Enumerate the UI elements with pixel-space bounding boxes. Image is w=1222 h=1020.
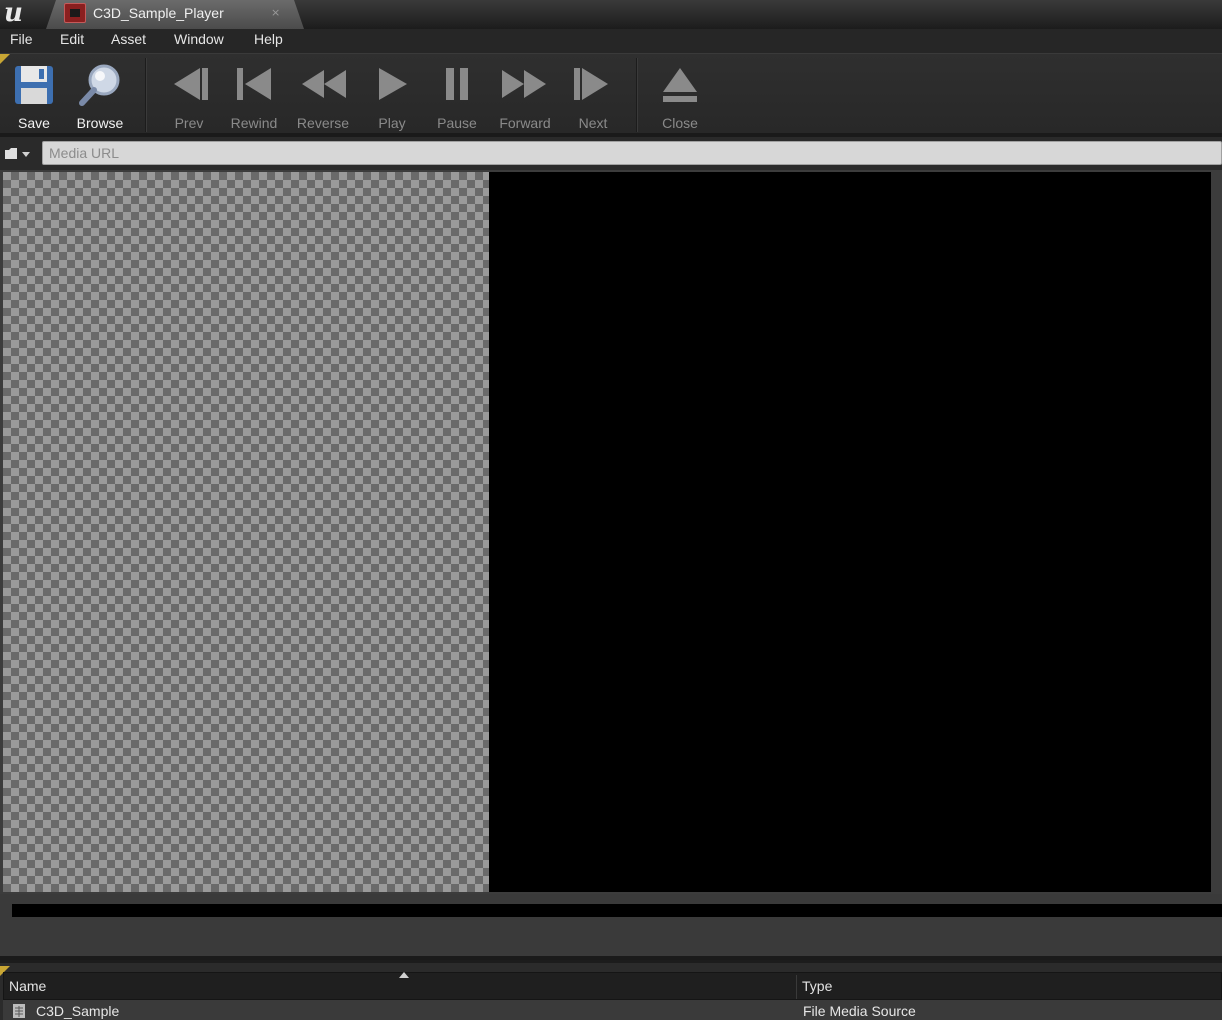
pause-label: Pause bbox=[437, 115, 477, 131]
forward-label: Forward bbox=[499, 115, 551, 131]
browse-icon bbox=[79, 64, 120, 106]
save-label: Save bbox=[18, 115, 50, 131]
forward-button[interactable]: Forward bbox=[495, 60, 555, 131]
rewind-label: Rewind bbox=[230, 115, 278, 131]
media-player-icon bbox=[64, 3, 86, 23]
rewind-icon bbox=[237, 68, 271, 100]
menu-window[interactable]: Window bbox=[174, 31, 224, 47]
playback-scrubber[interactable] bbox=[12, 904, 1222, 917]
menu-help[interactable]: Help bbox=[254, 31, 283, 47]
forward-icon bbox=[502, 70, 546, 98]
save-icon bbox=[15, 66, 53, 104]
playlist-panel: Name Type C3D_Sample File Media Source bbox=[0, 960, 1222, 1020]
column-divider[interactable] bbox=[796, 975, 797, 999]
close-label: Close bbox=[662, 115, 698, 131]
unreal-logo-icon[interactable]: u bbox=[0, 0, 30, 29]
toolbar: Save Browse Prev Rewind Reverse Play Pau… bbox=[0, 53, 1222, 133]
play-button[interactable]: Play bbox=[366, 60, 418, 131]
media-url-input[interactable] bbox=[42, 141, 1222, 165]
pause-button[interactable]: Pause bbox=[431, 60, 483, 131]
save-button[interactable]: Save bbox=[6, 60, 62, 131]
browse-label: Browse bbox=[76, 115, 124, 131]
next-label: Next bbox=[578, 115, 608, 131]
media-viewport bbox=[0, 170, 1222, 894]
table-row[interactable]: C3D_Sample File Media Source bbox=[3, 1000, 1222, 1020]
menu-edit[interactable]: Edit bbox=[60, 31, 84, 47]
folder-dropdown-icon[interactable] bbox=[3, 145, 35, 163]
menu-bar: File Edit Asset Window Help bbox=[0, 29, 1222, 53]
column-name[interactable]: Name bbox=[9, 978, 46, 994]
toolbar-separator bbox=[145, 58, 147, 132]
document-tab[interactable]: C3D_Sample_Player × bbox=[46, 0, 304, 29]
reverse-button[interactable]: Reverse bbox=[293, 60, 353, 131]
title-bar: u C3D_Sample_Player × bbox=[0, 0, 1222, 29]
column-type[interactable]: Type bbox=[802, 978, 832, 994]
prev-icon bbox=[174, 68, 208, 100]
reverse-icon bbox=[302, 70, 346, 98]
row-name: C3D_Sample bbox=[36, 1003, 120, 1019]
menu-asset[interactable]: Asset bbox=[111, 31, 146, 47]
play-icon bbox=[379, 68, 407, 100]
reverse-label: Reverse bbox=[296, 115, 350, 131]
tab-close-icon[interactable]: × bbox=[271, 6, 280, 19]
transparency-checkerboard bbox=[3, 172, 489, 892]
next-button[interactable]: Next bbox=[566, 60, 620, 131]
tab-title: C3D_Sample_Player bbox=[93, 5, 224, 21]
pause-icon bbox=[446, 68, 468, 100]
prev-button[interactable]: Prev bbox=[162, 60, 216, 131]
prev-label: Prev bbox=[174, 115, 204, 131]
sort-ascending-icon bbox=[399, 972, 409, 978]
close-media-button[interactable]: Close bbox=[654, 60, 706, 131]
play-label: Play bbox=[378, 115, 406, 131]
url-bar bbox=[0, 137, 1222, 170]
row-type: File Media Source bbox=[803, 1003, 916, 1019]
menu-file[interactable]: File bbox=[10, 31, 33, 47]
video-display[interactable] bbox=[489, 172, 1211, 892]
eject-icon bbox=[663, 68, 697, 102]
toolbar-separator bbox=[636, 58, 638, 132]
next-icon bbox=[574, 68, 608, 100]
playlist-header: Name Type bbox=[3, 972, 1222, 1000]
rewind-button[interactable]: Rewind bbox=[226, 60, 282, 131]
file-media-source-icon bbox=[13, 1004, 25, 1018]
browse-button[interactable]: Browse bbox=[68, 60, 132, 131]
scrubber-panel bbox=[0, 894, 1222, 956]
